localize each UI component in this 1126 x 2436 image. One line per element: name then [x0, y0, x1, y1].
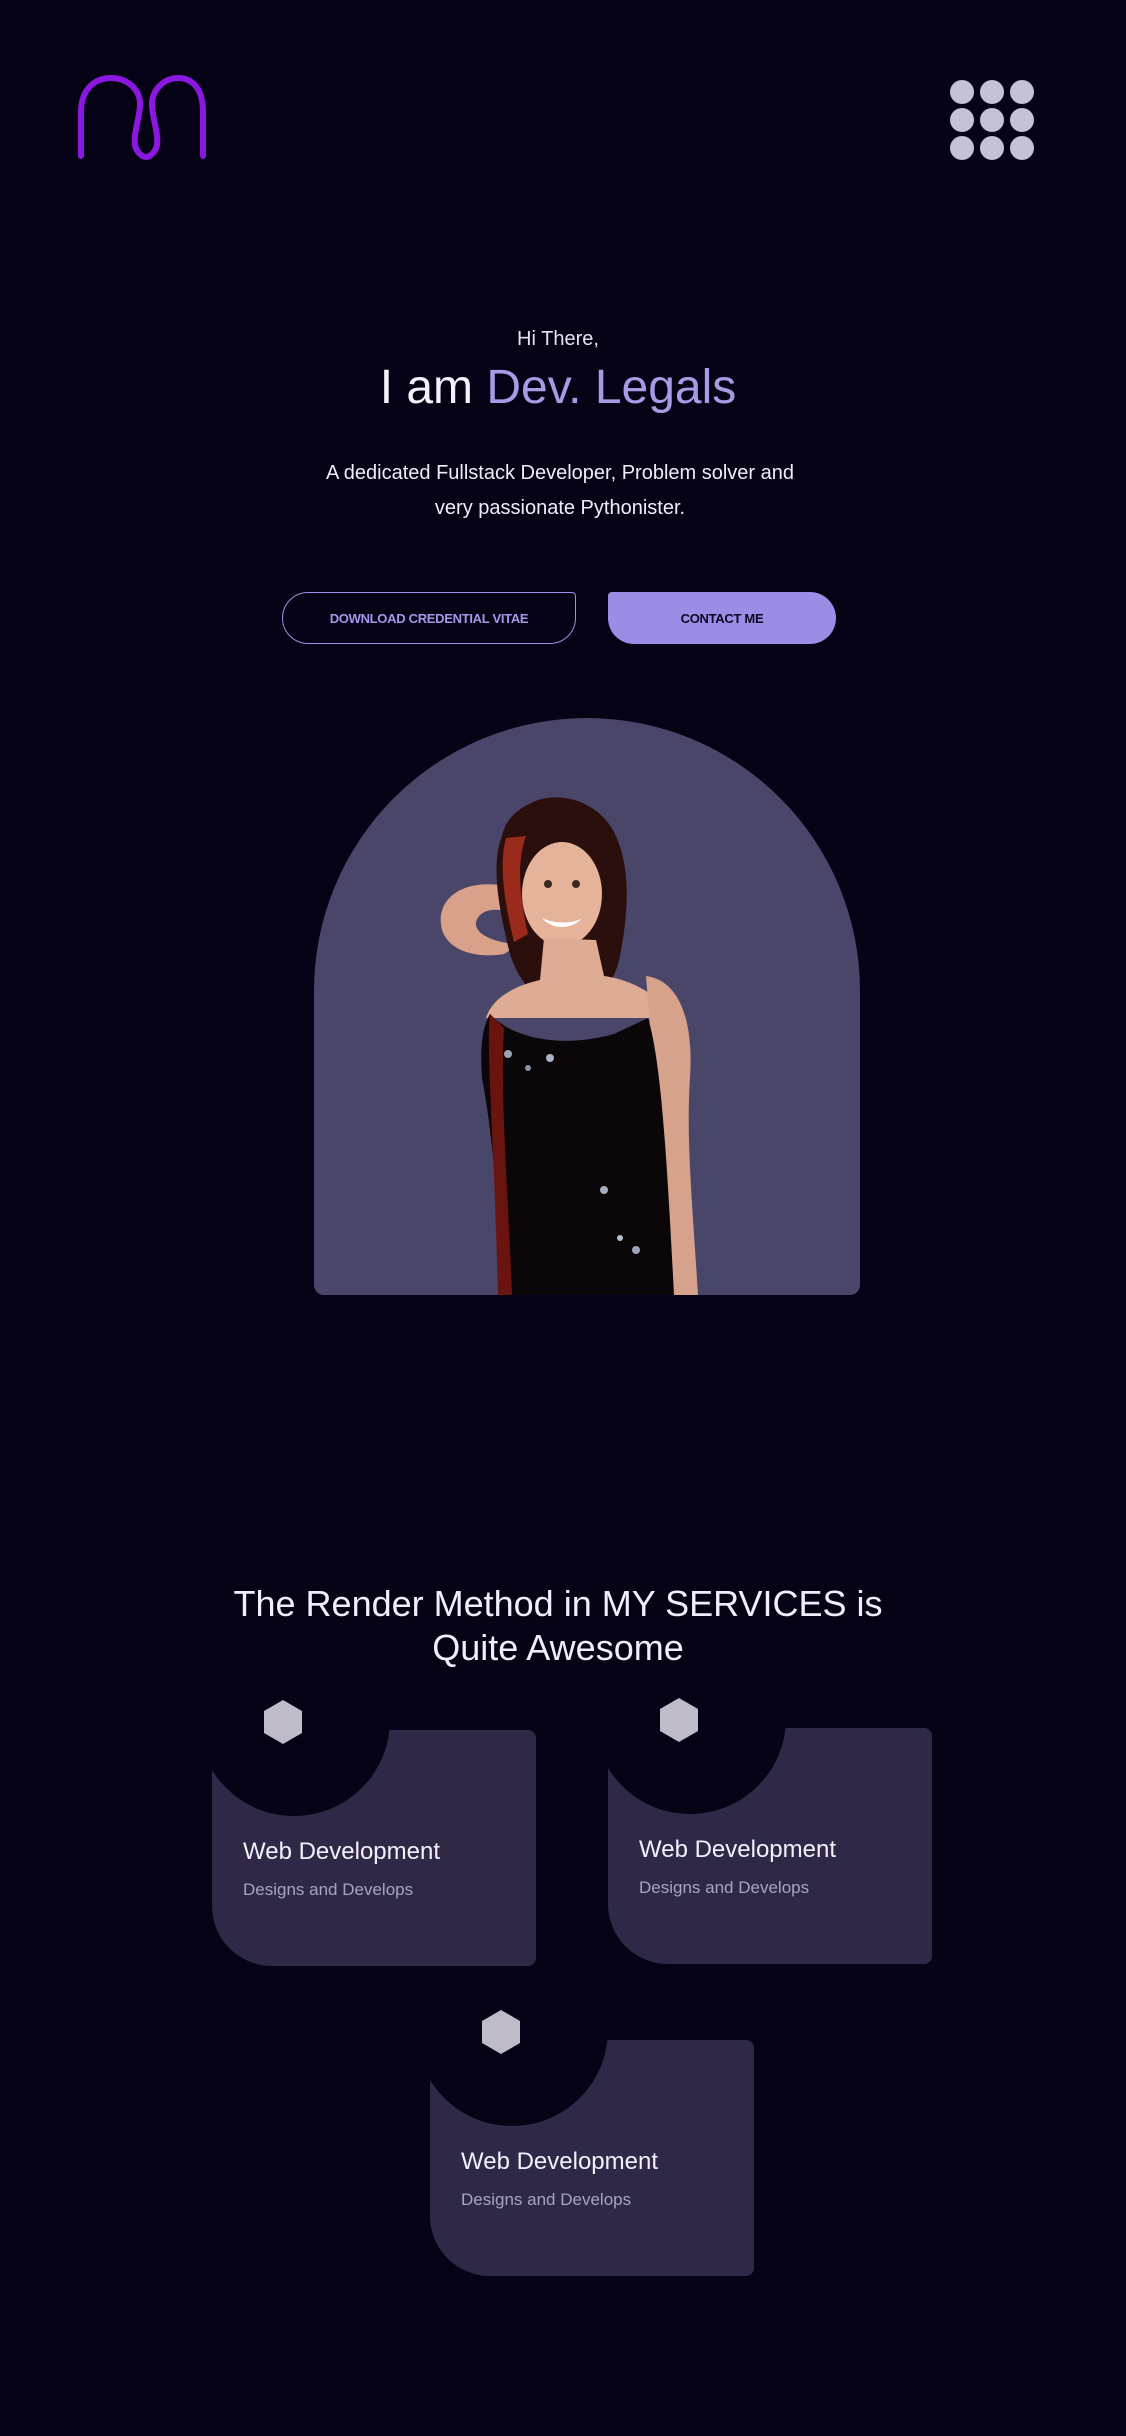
dot-icon [950, 108, 974, 132]
service-card-title: Web Development [461, 2148, 658, 2175]
dot-icon [980, 80, 1004, 104]
service-card-subtitle: Designs and Develops [461, 2190, 632, 2209]
service-card[interactable]: Web Development Designs and Develops [416, 2000, 754, 2276]
portrait-photo [440, 797, 698, 1295]
logo-icon[interactable] [78, 74, 206, 160]
dot-icon [980, 108, 1004, 132]
dot-icon [1010, 80, 1034, 104]
services-title: The Render Method in MY SERVICES is Quit… [0, 1582, 1116, 1670]
download-cv-button[interactable]: DOWNLOAD CREDENTIAL VITAE [282, 592, 576, 644]
card-notch [416, 2000, 608, 2126]
dot-icon [1010, 136, 1034, 160]
portrait-frame [314, 718, 860, 1295]
card-notch [594, 1688, 786, 1814]
hero-title: I am Dev. Legals [0, 360, 1116, 415]
hero-description: A dedicated Fullstack Developer, Problem… [325, 462, 795, 519]
service-card[interactable]: Web Development Designs and Develops [594, 1688, 932, 1964]
hexagon-icon [264, 1700, 302, 1744]
services-title-line2: Quite Awesome [432, 1627, 684, 1668]
menu-grid-button[interactable] [950, 80, 1036, 160]
contact-me-button[interactable]: CONTACT ME [608, 592, 836, 644]
service-card-title: Web Development [243, 1838, 440, 1865]
services-title-line1: The Render Method in MY SERVICES is [233, 1583, 883, 1624]
hero-greeting: Hi There, [517, 328, 599, 350]
dot-icon [950, 80, 974, 104]
hexagon-icon [482, 2010, 520, 2054]
service-card-subtitle: Designs and Develops [639, 1878, 810, 1897]
service-card[interactable]: Web Development Designs and Develops [198, 1690, 536, 1966]
dot-icon [1010, 108, 1034, 132]
hexagon-icon [660, 1698, 698, 1742]
dot-icon [980, 136, 1004, 160]
hero-title-prefix: I am [379, 361, 487, 414]
service-card-title: Web Development [639, 1836, 836, 1863]
dot-icon [950, 136, 974, 160]
hero-title-name: Dev. Legals [486, 361, 737, 414]
service-card-subtitle: Designs and Develops [243, 1880, 414, 1899]
card-notch [198, 1690, 390, 1816]
